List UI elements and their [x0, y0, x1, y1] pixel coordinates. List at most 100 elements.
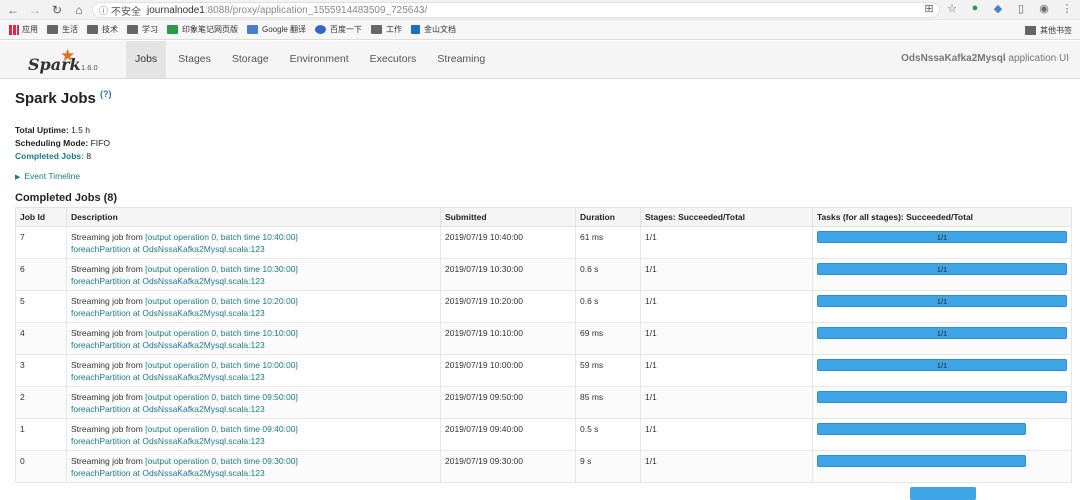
tasks-count: 1/1: [936, 265, 948, 274]
bookmark-study[interactable]: 学习: [127, 24, 158, 35]
page-title: Spark Jobs (?): [15, 89, 112, 107]
star-icon: ★: [60, 46, 76, 65]
completed-jobs-link[interactable]: Completed Jobs:: [15, 151, 84, 161]
batch-link[interactable]: [output operation 0, batch time 09:40:00…: [145, 424, 298, 434]
submitted-time: 2019/07/19 09:30:00: [440, 450, 576, 483]
job-description: Streaming job from [output operation 0, …: [66, 258, 441, 291]
help-link[interactable]: (?): [100, 89, 112, 99]
bookmarks-bar: 应用 生活 技术 学习 印象笔记网页版 Google 翻译 百度一下 工作 金山…: [0, 20, 1080, 40]
extension-icon[interactable]: ◆: [991, 2, 1005, 15]
forward-icon[interactable]: →: [26, 1, 44, 19]
job-detail-link[interactable]: foreachPartition at OdsNssaKafka2Mysql.s…: [71, 372, 265, 382]
batch-link[interactable]: [output operation 0, batch time 10:30:00…: [145, 264, 298, 274]
stages-count: 1/1: [640, 258, 813, 291]
tasks-count: 1/1: [936, 329, 948, 338]
folder-icon: [47, 25, 58, 34]
description-prefix: Streaming job from: [71, 456, 146, 466]
batch-link[interactable]: [output operation 0, batch time 09:50:00…: [145, 392, 298, 402]
job-description: Streaming job from [output operation 0, …: [66, 418, 441, 451]
back-icon[interactable]: ←: [4, 1, 22, 19]
tasks-cell: [812, 418, 1072, 451]
star-icon[interactable]: ☆: [945, 2, 959, 15]
job-detail-link[interactable]: foreachPartition at OdsNssaKafka2Mysql.s…: [71, 436, 265, 446]
job-id: 3: [15, 354, 67, 387]
batch-link[interactable]: [output operation 0, batch time 10:10:00…: [145, 328, 298, 338]
job-description: Streaming job from [output operation 0, …: [66, 450, 441, 483]
job-detail-link[interactable]: foreachPartition at OdsNssaKafka2Mysql.s…: [71, 340, 265, 350]
table-row: 0 Streaming job from [output operation 0,…: [15, 450, 1072, 483]
folder-icon: [127, 25, 138, 34]
header-submitted[interactable]: Submitted: [440, 207, 576, 227]
completed-jobs-table: Job Id Description Submitted Duration St…: [15, 207, 1072, 483]
tab-stages[interactable]: Stages: [169, 41, 220, 78]
header-description[interactable]: Description: [66, 207, 441, 227]
bookmark-baidu[interactable]: 百度一下: [315, 24, 362, 35]
app-name-bold: OdsNssaKafka2Mysql: [901, 53, 1006, 64]
browser-toolbar: ← → ↻ ⌂ ⓘ 不安全 journalnode1:8088/proxy/ap…: [0, 0, 1080, 20]
bookmark-kingsoft[interactable]: 金山文档: [411, 24, 456, 35]
submitted-time: 2019/07/19 09:50:00: [440, 386, 576, 419]
app-name: OdsNssaKafka2Mysql application UI: [901, 53, 1069, 64]
job-detail-link[interactable]: foreachPartition at OdsNssaKafka2Mysql.s…: [71, 308, 265, 318]
section-title: Completed Jobs (8): [15, 192, 118, 204]
table-row: 1 Streaming job from [output operation 0,…: [15, 418, 1072, 451]
bookmark-evernote[interactable]: 印象笔记网页版: [167, 24, 238, 35]
tasks-count: 1/1: [936, 233, 948, 242]
caret-right-icon: ▶: [15, 174, 21, 181]
info-icon[interactable]: ⓘ: [99, 4, 108, 17]
spark-logo[interactable]: Spark ★ 1.6.0: [28, 46, 108, 75]
tab-executors[interactable]: Executors: [361, 41, 426, 78]
header-stages[interactable]: Stages: Succeeded/Total: [640, 207, 813, 227]
batch-link[interactable]: [output operation 0, batch time 10:40:00…: [145, 232, 298, 242]
batch-link[interactable]: [output operation 0, batch time 09:30:00…: [145, 456, 298, 466]
event-timeline-toggle[interactable]: ▶ Event Timeline: [15, 171, 1075, 181]
header-duration[interactable]: Duration: [575, 207, 641, 227]
job-detail-link[interactable]: foreachPartition at OdsNssaKafka2Mysql.s…: [71, 276, 265, 286]
submitted-time: 2019/07/19 10:00:00: [440, 354, 576, 387]
address-bar[interactable]: ⓘ 不安全 journalnode1:8088/proxy/applicatio…: [92, 2, 940, 18]
job-id: 4: [15, 322, 67, 355]
reload-icon[interactable]: ↻: [48, 1, 66, 19]
table-row: 2 Streaming job from [output operation 0,…: [15, 386, 1072, 419]
job-detail-link[interactable]: foreachPartition at OdsNssaKafka2Mysql.s…: [71, 468, 265, 478]
bookmark-other[interactable]: 其他书签: [1025, 25, 1072, 36]
tab-jobs[interactable]: Jobs: [126, 41, 167, 78]
bookmark-tech[interactable]: 技术: [87, 24, 118, 35]
tab-streaming[interactable]: Streaming: [428, 41, 494, 78]
tab-environment[interactable]: Environment: [281, 41, 358, 78]
home-icon[interactable]: ⌂: [70, 1, 88, 19]
job-description: Streaming job from [output operation 0, …: [66, 322, 441, 355]
duration: 0.5 s: [575, 418, 641, 451]
header-tasks[interactable]: Tasks (for all stages): Succeeded/Total: [812, 207, 1072, 227]
bookmark-apps[interactable]: 应用: [9, 24, 38, 35]
evernote-icon: [167, 25, 178, 34]
job-detail-link[interactable]: foreachPartition at OdsNssaKafka2Mysql.s…: [71, 404, 265, 414]
avatar[interactable]: ◉: [1037, 2, 1051, 15]
submitted-time: 2019/07/19 10:30:00: [440, 258, 576, 291]
bookmark-life[interactable]: 生活: [47, 24, 78, 35]
shield-icon[interactable]: ▯: [1014, 2, 1028, 15]
duration: 69 ms: [575, 322, 641, 355]
tab-storage[interactable]: Storage: [223, 41, 278, 78]
tasks-progress-bar: 1/1: [817, 327, 1067, 339]
table-row: 5 Streaming job from [output operation 0,…: [15, 290, 1072, 323]
bookmark-google-translate[interactable]: Google 翻译: [247, 24, 306, 35]
folder-icon: [1025, 26, 1036, 35]
job-detail-link[interactable]: foreachPartition at OdsNssaKafka2Mysql.s…: [71, 244, 265, 254]
tasks-progress-bar: 1/1: [817, 359, 1067, 371]
bookmark-work[interactable]: 工作: [371, 24, 402, 35]
nav-tabs: Jobs Stages Storage Environment Executor…: [126, 41, 497, 78]
tasks-count: 1/1: [936, 361, 948, 370]
header-job-id[interactable]: Job Id: [15, 207, 67, 227]
tasks-cell: 1/1: [812, 290, 1072, 323]
translate-icon[interactable]: ⊞: [922, 2, 936, 15]
evernote-icon[interactable]: ●: [968, 2, 982, 15]
menu-icon[interactable]: ⋮: [1060, 2, 1074, 15]
batch-link[interactable]: [output operation 0, batch time 10:00:00…: [145, 360, 298, 370]
batch-link[interactable]: [output operation 0, batch time 10:20:00…: [145, 296, 298, 306]
duration: 61 ms: [575, 226, 641, 259]
job-description: Streaming job from [output operation 0, …: [66, 226, 441, 259]
description-prefix: Streaming job from: [71, 392, 146, 402]
stages-count: 1/1: [640, 450, 813, 483]
job-id: 7: [15, 226, 67, 259]
